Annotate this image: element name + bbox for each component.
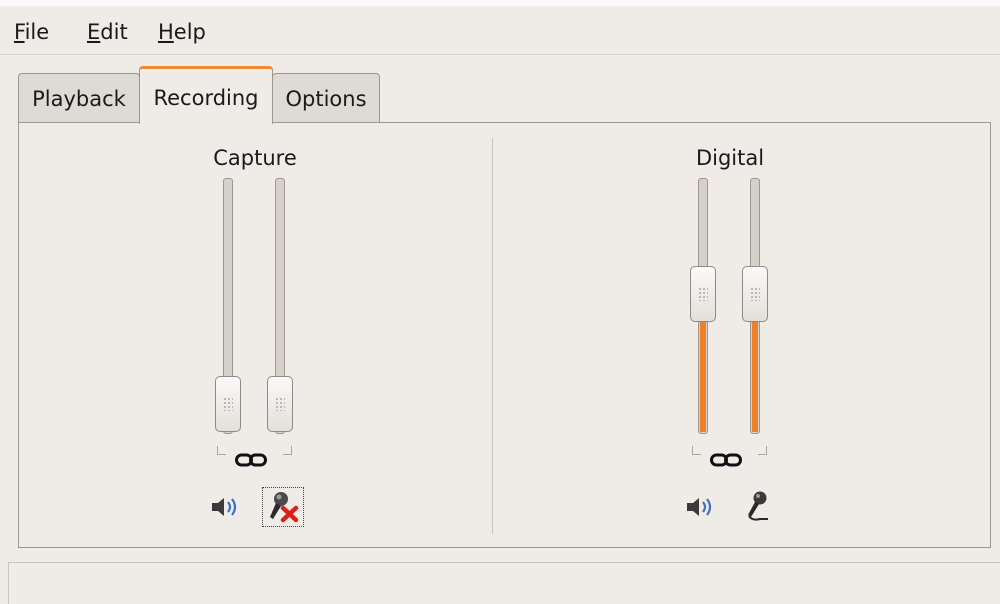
- tab-options-label: Options: [285, 87, 367, 111]
- menu-file[interactable]: File: [14, 20, 49, 44]
- tab-playback-label: Playback: [32, 87, 126, 111]
- recording-panel: [18, 122, 991, 548]
- capture-link-bracket-left: [217, 446, 226, 455]
- menu-help-label: elp: [173, 20, 206, 44]
- menu-edit-mnemonic: E: [87, 20, 101, 44]
- speaker-icon[interactable]: [210, 494, 240, 524]
- capture-right-slider-thumb[interactable]: [267, 376, 293, 432]
- menu-file-label: ile: [24, 20, 50, 44]
- menu-help-mnemonic: H: [158, 20, 174, 44]
- microphone-icon[interactable]: [742, 489, 776, 527]
- tab-recording[interactable]: Recording: [139, 66, 273, 124]
- menu-edit[interactable]: Edit: [87, 20, 128, 44]
- digital-link-bracket-left: [692, 446, 701, 455]
- digital-label: Digital: [695, 146, 765, 170]
- status-bar: [8, 562, 1000, 604]
- capture-link-bracket-right: [283, 446, 292, 455]
- tab-recording-label: Recording: [153, 86, 259, 110]
- microphone-muted-icon[interactable]: [266, 489, 300, 527]
- digital-link-bracket-right: [758, 446, 767, 455]
- chain-link-icon[interactable]: [235, 452, 267, 472]
- capture-left-slider-thumb[interactable]: [215, 376, 241, 432]
- tab-options[interactable]: Options: [272, 73, 380, 123]
- speaker-icon[interactable]: [685, 494, 715, 524]
- capture-label: Capture: [213, 146, 297, 170]
- digital-left-slider-thumb[interactable]: [690, 266, 716, 322]
- menu-help[interactable]: Help: [158, 20, 206, 44]
- menu-file-mnemonic: F: [14, 20, 25, 44]
- menubar: File Edit Help: [0, 6, 1000, 55]
- menu-edit-label: dit: [100, 20, 128, 44]
- section-separator: [492, 138, 493, 534]
- digital-right-slider-thumb[interactable]: [742, 266, 768, 322]
- chain-link-icon[interactable]: [710, 452, 742, 472]
- tab-playback[interactable]: Playback: [18, 73, 140, 123]
